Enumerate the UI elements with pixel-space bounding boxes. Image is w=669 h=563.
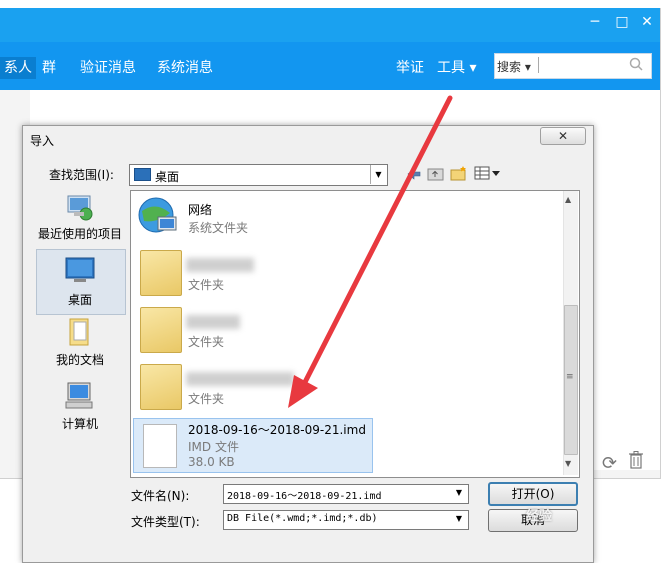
place-recent-items[interactable]: 最近使用的项目 [36,190,124,241]
recent-items-icon [67,195,93,221]
computer-icon [65,382,93,409]
list-item-name[interactable]: 2018-09-16～2018-09-21.imd [188,421,366,438]
search-icon[interactable] [629,57,643,71]
nav-groups[interactable]: 群 [42,57,56,77]
place-computer[interactable]: 计算机 [36,380,124,431]
look-in-value: 桌面 [155,170,180,184]
document-icon [143,424,177,468]
nav-contacts[interactable]: 系人 [0,57,36,79]
view-menu-icon[interactable] [474,166,502,181]
trash-icon[interactable] [628,451,644,469]
list-item-type: 系统文件夹 [188,221,249,235]
close-window-button[interactable]: ✕ [637,14,657,30]
minimize-button[interactable]: ─ [585,14,605,30]
place-desktop[interactable]: 桌面 [36,256,124,307]
chevron-down-icon[interactable]: ▼ [370,165,386,184]
place-label: 我的文档 [55,353,104,367]
scroll-down-arrow[interactable]: ▼ [565,459,571,468]
file-name-label: 文件名(N): [131,489,190,503]
scroll-grip-icon: ≡ [566,372,574,382]
nav-tools[interactable]: 工具 ▾ [437,57,476,77]
background-titlebar [0,8,660,42]
file-type-value: DB File(*.wmd;*.imd;*.db) [227,513,378,524]
back-icon[interactable] [406,167,422,181]
search-separator [538,57,539,73]
look-in-label: 查找范围(I): [49,168,114,182]
place-label: 计算机 [61,417,98,431]
blurred-folder-name [186,258,254,272]
nav-report[interactable]: 举证 [396,57,424,77]
folder-icon [140,250,182,296]
documents-icon [69,318,89,346]
desktop-small-icon [134,168,151,181]
watermark: 经验 [526,509,553,524]
open-button[interactable]: 打开(O) [488,482,578,506]
place-label: 最近使用的项目 [37,227,122,241]
dialog-close-button[interactable]: ✕ [540,127,586,145]
file-name-value: 2018-09-16～2018-09-21.imd [227,491,382,502]
blurred-folder-name [186,372,294,386]
new-folder-icon[interactable] [450,165,468,181]
list-item-type: 文件夹 [188,278,225,292]
nav-system-messages[interactable]: 系统消息 [157,57,213,77]
blurred-folder-name [186,315,240,329]
refresh-icon[interactable]: ⟳ [602,453,617,474]
place-documents[interactable]: 我的文档 [36,316,124,367]
list-item-type: 文件夹 [188,392,225,406]
up-folder-icon[interactable] [427,166,444,181]
chevron-down-icon[interactable]: ▼ [452,485,466,501]
nav-verify-messages[interactable]: 验证消息 [80,57,136,77]
maximize-button[interactable]: □ [612,14,632,30]
place-label: 桌面 [67,293,92,307]
dialog-title: 导入 [30,134,55,148]
desktop-icon [65,257,95,282]
chevron-down-icon[interactable]: ▼ [452,511,466,527]
file-type-label: 文件类型(T): [131,515,200,529]
folder-icon [140,307,182,353]
search-scope-dropdown[interactable]: 搜索 ▾ [497,58,531,75]
list-item-name[interactable]: 网络 [188,201,212,218]
list-item-size: 38.0 KB [188,455,235,469]
list-item-type: 文件夹 [188,335,225,349]
network-icon [136,193,180,237]
list-item-type: IMD 文件 [188,440,239,454]
folder-icon [140,364,182,410]
scroll-up-arrow[interactable]: ▲ [565,195,571,204]
